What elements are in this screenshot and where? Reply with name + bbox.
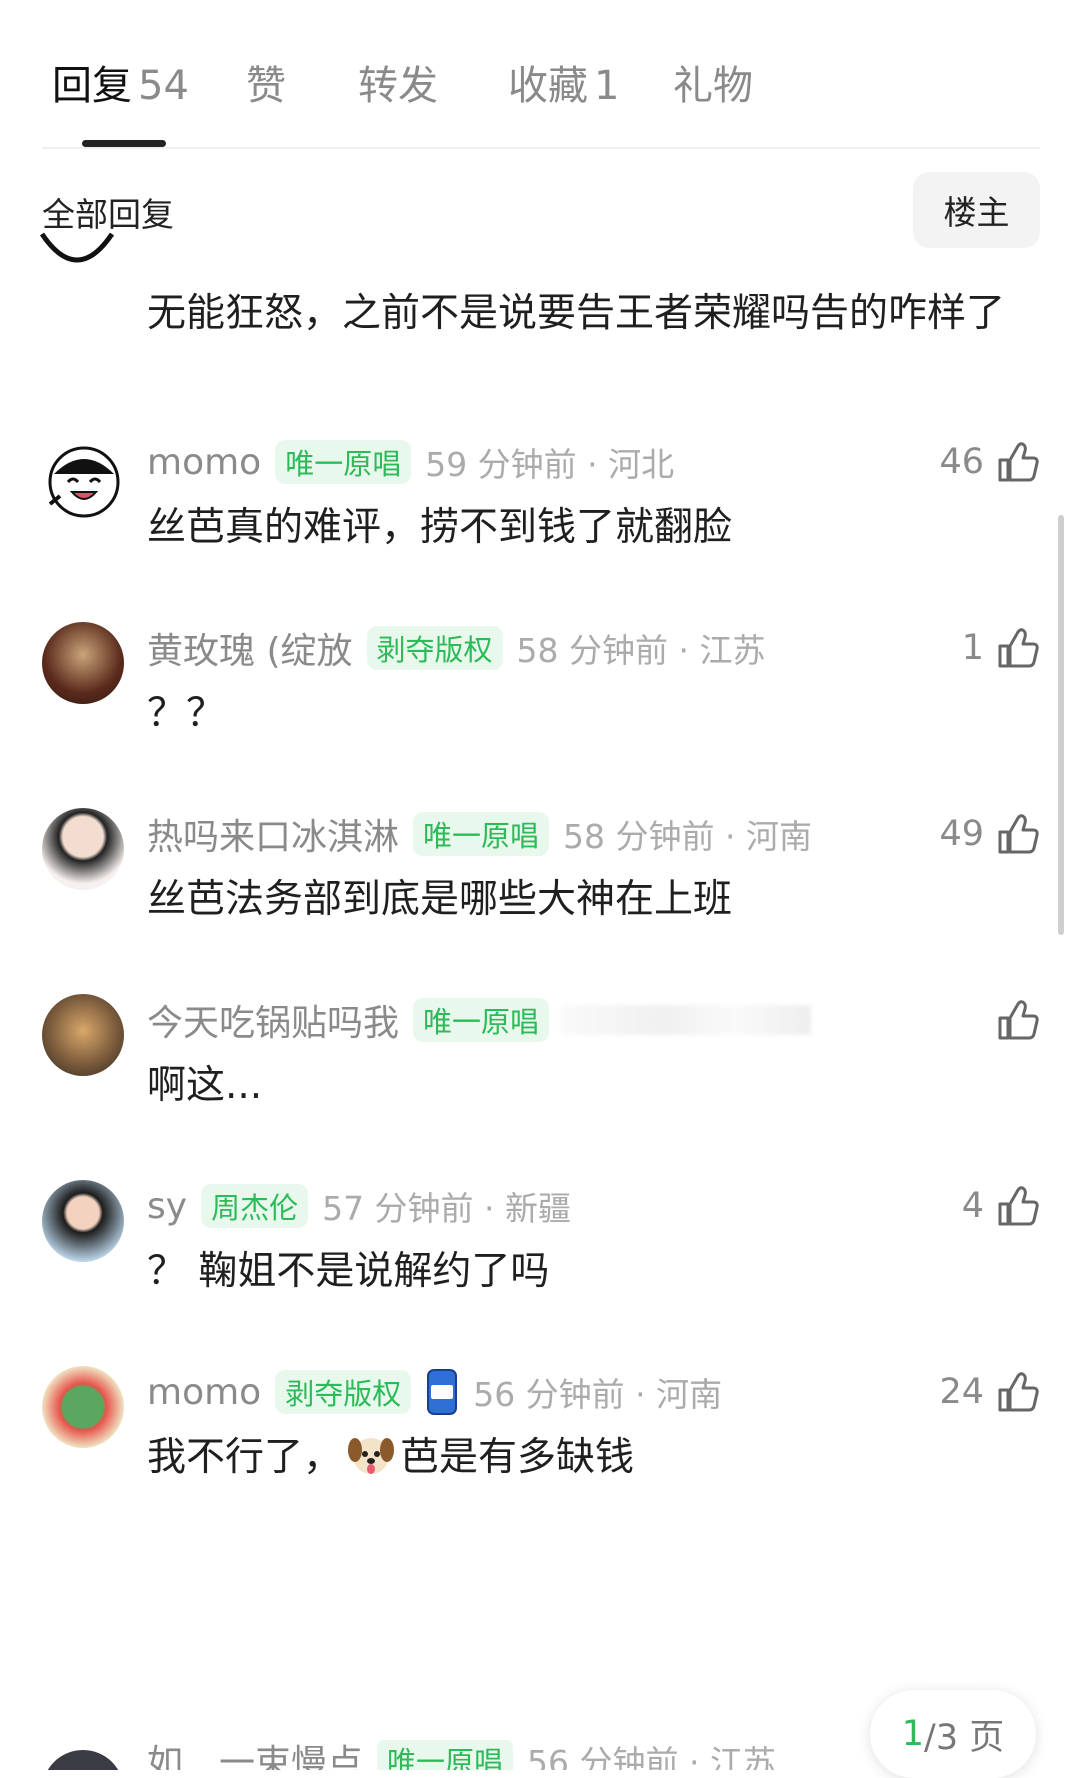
timestamp-location: 56 分钟前 · 河南 xyxy=(473,1375,723,1414)
comment-item: 黄玫瑰 (绽放 剥夺版权 58 分钟前 · 江苏 1 ？？ xyxy=(0,622,1080,822)
comment-item: momo 唯一原唱 59 分钟前 · 河北 46 丝芭真的难评，捞不到钱了就翻脸 xyxy=(0,436,1080,636)
comment-item: momo 剥夺版权 56 分钟前 · 河南 24 我不行了， 芭是有多缺钱 xyxy=(0,1366,1080,1566)
like-button[interactable] xyxy=(996,994,1040,1046)
comment-text: ？？ xyxy=(147,691,226,736)
timestamp-location: 58 分钟前 · 河南 xyxy=(563,817,812,856)
timestamp-location: 59 分钟前 · 河北 xyxy=(425,445,675,484)
comment-text: 我不行了， 芭是有多缺钱 xyxy=(147,1426,634,1482)
comment-text: 丝芭真的难评，捞不到钱了就翻脸 xyxy=(147,505,733,550)
fan-badge: 唯一原唱 xyxy=(413,998,550,1042)
comment-meta: 黄玫瑰 (绽放 剥夺版权 58 分钟前 · 江苏 xyxy=(147,622,765,674)
like-button[interactable]: 1 xyxy=(962,622,1040,674)
fan-badge: 周杰伦 xyxy=(201,1184,309,1228)
like-button[interactable]: 4 xyxy=(962,1180,1040,1232)
comment-text: ？ 鞠姐不是说解约了吗 xyxy=(147,1249,550,1294)
comment-item: sy 周杰伦 57 分钟前 · 新疆 4 ？ 鞠姐不是说解约了吗 xyxy=(0,1180,1080,1380)
drink-can-icon xyxy=(427,1369,458,1415)
username[interactable]: 黄玫瑰 (绽放 xyxy=(147,622,353,674)
like-button[interactable]: 24 xyxy=(939,1366,1040,1418)
avatar[interactable] xyxy=(42,1180,124,1262)
tab-likes[interactable]: 赞 xyxy=(246,60,286,112)
comment-meta: momo 剥夺版权 56 分钟前 · 河南 xyxy=(147,1366,722,1418)
like-count: 4 xyxy=(961,1186,984,1226)
like-count: 49 xyxy=(939,814,984,854)
avatar[interactable] xyxy=(40,228,114,270)
avatar[interactable] xyxy=(42,1750,124,1770)
comment-item: 热吗来口冰淇淋 唯一原唱 58 分钟前 · 河南 49 丝芭法务部到底是哪些大神… xyxy=(0,808,1080,1008)
comment-text: 丝芭法务部到底是哪些大神在上班 xyxy=(147,877,733,922)
tab-replies[interactable]: 回复 54 xyxy=(52,60,189,112)
timestamp-location: 56 分钟前 · 江苏 xyxy=(527,1743,776,1770)
timestamp-location: 57 分钟前 · 新疆 xyxy=(322,1189,572,1228)
username[interactable]: momo xyxy=(147,442,261,483)
comment-meta: 热吗来口冰淇淋 唯一原唱 58 分钟前 · 河南 xyxy=(147,808,812,860)
fan-badge: 唯一原唱 xyxy=(377,1740,514,1770)
total-pages: /3 页 xyxy=(924,1717,1005,1758)
like-button[interactable]: 49 xyxy=(939,808,1040,860)
username[interactable]: 今天吃锅贴吗我 xyxy=(147,994,399,1046)
scrollbar[interactable] xyxy=(1058,515,1064,935)
thumbs-up-icon xyxy=(998,1186,1039,1226)
blurred-region xyxy=(561,1005,812,1035)
active-tab-indicator xyxy=(82,140,166,147)
thumbs-up-icon xyxy=(998,814,1039,854)
fan-badge: 剥夺版权 xyxy=(366,626,503,670)
comment-meta: 如…一束慢点 唯一原唱 56 分钟前 · 江苏 xyxy=(147,1740,776,1770)
comment-item: 今天吃锅贴吗我 唯一原唱 啊这... xyxy=(0,994,1080,1194)
comment-text: 无能狂怒，之前不是说要告王者荣耀吗告的咋样了 xyxy=(147,291,1006,336)
comment-meta: sy 周杰伦 57 分钟前 · 新疆 xyxy=(147,1180,571,1232)
comment-meta: 今天吃锅贴吗我 唯一原唱 xyxy=(147,994,812,1046)
comment-meta: momo 唯一原唱 59 分钟前 · 河北 xyxy=(147,436,674,488)
timestamp-location: 58 分钟前 · 江苏 xyxy=(516,631,766,670)
thumbs-up-icon xyxy=(998,1000,1039,1040)
thumbs-up-icon xyxy=(998,628,1039,668)
thumbs-up-icon xyxy=(998,1372,1039,1412)
tab-gifts[interactable]: 礼物 xyxy=(673,60,753,112)
fan-badge: 唯一原唱 xyxy=(275,440,412,484)
username[interactable]: 热吗来口冰淇淋 xyxy=(147,808,399,860)
smiley-avatar-icon xyxy=(48,446,120,518)
tab-reposts[interactable]: 转发 xyxy=(358,60,438,112)
like-button[interactable]: 46 xyxy=(939,436,1040,488)
username[interactable]: momo xyxy=(147,1372,261,1413)
like-count: 24 xyxy=(939,1372,984,1412)
op-only-button[interactable]: 楼主 xyxy=(913,172,1040,248)
avatar[interactable] xyxy=(42,622,124,704)
like-count: 46 xyxy=(939,442,984,482)
current-page: 1 xyxy=(901,1714,925,1754)
tabs-divider xyxy=(42,147,1040,149)
avatar[interactable] xyxy=(42,1366,124,1448)
thumbs-up-icon xyxy=(998,442,1039,482)
username[interactable]: 如…一束慢点 xyxy=(147,1740,363,1770)
avatar[interactable] xyxy=(42,994,124,1076)
comment-text-part: 芭是有多缺钱 xyxy=(400,1435,635,1480)
fan-badge: 唯一原唱 xyxy=(413,812,550,856)
comment-text: 啊这... xyxy=(147,1063,263,1108)
dog-emoji-icon xyxy=(348,1438,395,1474)
avatar[interactable] xyxy=(42,808,124,890)
username[interactable]: sy xyxy=(147,1186,187,1227)
avatar[interactable] xyxy=(42,444,124,526)
tab-favorites[interactable]: 收藏 1 xyxy=(508,60,619,112)
fan-badge: 剥夺版权 xyxy=(275,1370,412,1414)
page-indicator[interactable]: 1 /3 页 xyxy=(870,1690,1036,1778)
comment-text-part: 我不行了， xyxy=(147,1435,343,1480)
reply-tabs: 回复 54 赞 转发 收藏 1 礼物 xyxy=(0,0,1080,148)
like-count: 1 xyxy=(961,628,984,668)
